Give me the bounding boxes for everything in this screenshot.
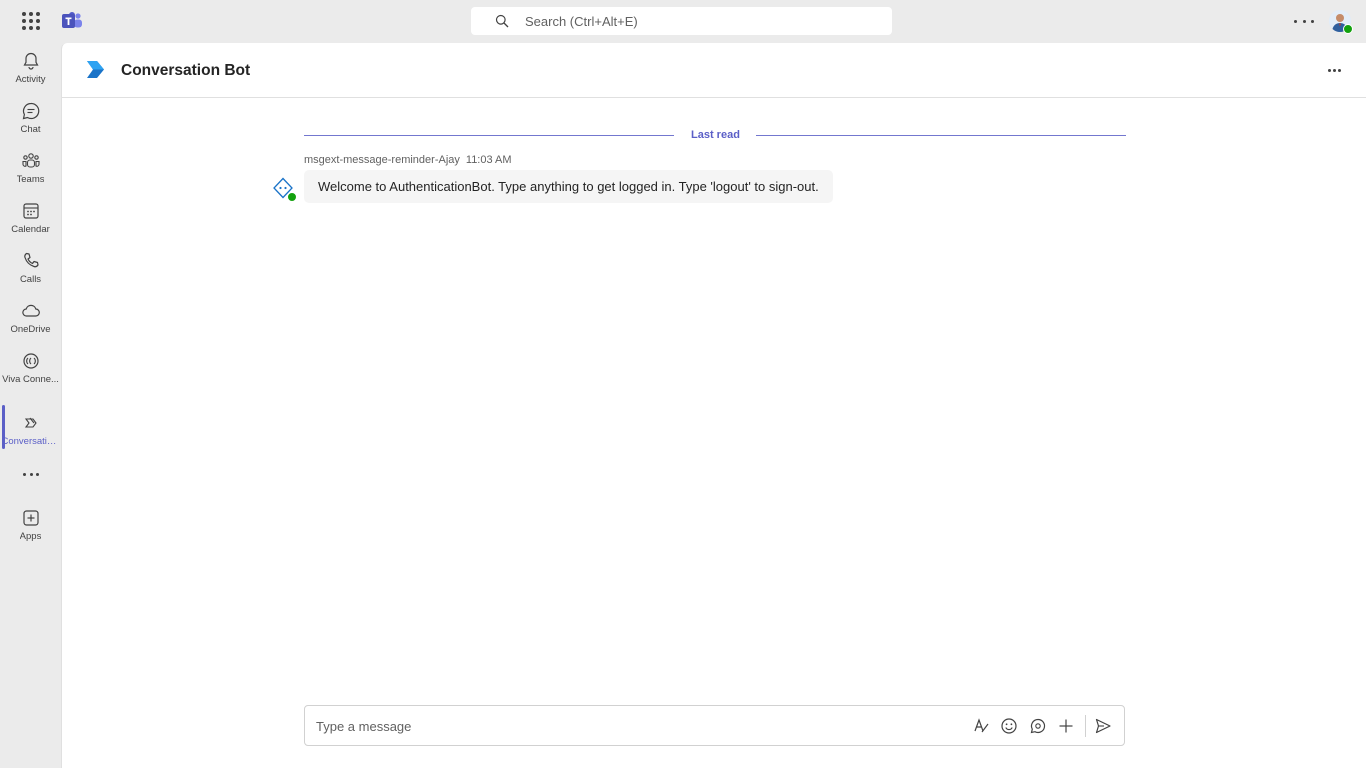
rail-label: Calendar <box>11 224 50 235</box>
rail-label: Apps <box>19 531 42 542</box>
search-placeholder: Search (Ctrl+Alt+E) <box>525 13 638 29</box>
search-icon <box>495 14 509 28</box>
presence-available-icon <box>287 192 297 202</box>
chat-header: Conversation Bot <box>62 43 1366 98</box>
rail-item-onedrive[interactable]: OneDrive <box>0 293 61 343</box>
add-icon[interactable] <box>1056 716 1076 736</box>
cloud-icon <box>21 304 40 317</box>
chat-icon <box>22 102 39 120</box>
format-icon[interactable] <box>971 716 991 736</box>
app-launcher-icon[interactable] <box>22 12 40 30</box>
add-apps-icon <box>22 510 39 526</box>
page-title: Conversation Bot <box>121 62 251 79</box>
bot-icon <box>24 417 37 428</box>
presence-available-icon <box>1343 24 1353 34</box>
rail-label: Activity <box>15 74 46 85</box>
last-read-divider: Last read <box>304 129 1126 143</box>
rail-label: Teams <box>16 174 45 185</box>
rail-item-conversation-bot[interactable]: Conversatio... <box>0 405 61 455</box>
rail-item-calendar[interactable]: Calendar <box>0 193 61 243</box>
message-input[interactable] <box>316 717 956 735</box>
avatar[interactable] <box>1329 10 1353 34</box>
app-rail: Activity Chat Teams Calendar Calls OneDr… <box>0 43 61 768</box>
rail-label: Viva Conne... <box>2 374 59 385</box>
main-pane: Conversation Bot Last read msgext-messag… <box>61 43 1366 768</box>
calendar-icon <box>22 203 39 219</box>
message-composer <box>304 705 1125 746</box>
rail-label: Chat <box>20 124 41 135</box>
rail-item-activity[interactable]: Activity <box>0 43 61 93</box>
last-read-label: Last read <box>691 129 740 141</box>
toolbar-divider <box>1085 715 1086 737</box>
rail-item-apps[interactable]: Apps <box>0 500 61 550</box>
bot-avatar-icon[interactable] <box>272 177 297 202</box>
rail-label: Calls <box>19 274 42 285</box>
rail-label: Conversatio... <box>1 436 60 447</box>
rail-label: OneDrive <box>10 324 51 335</box>
loop-component-icon[interactable] <box>1028 716 1048 736</box>
message-meta: msgext-message-reminder-Ajay 11:03 AM <box>304 154 512 166</box>
message-sender: msgext-message-reminder-Ajay <box>304 154 460 166</box>
rail-item-calls[interactable]: Calls <box>0 243 61 293</box>
send-icon[interactable] <box>1093 716 1113 736</box>
search-box[interactable]: Search (Ctrl+Alt+E) <box>471 7 892 35</box>
viva-icon <box>22 353 39 369</box>
teams-logo-icon <box>61 11 83 31</box>
more-options-icon[interactable] <box>1328 69 1341 72</box>
conversation-bot-logo-icon <box>87 61 105 83</box>
message-bubble[interactable]: Welcome to AuthenticationBot. Type anyth… <box>304 170 833 203</box>
bell-icon <box>22 52 39 70</box>
teams-icon <box>21 153 40 168</box>
rail-item-teams[interactable]: Teams <box>0 143 61 193</box>
more-apps-icon[interactable] <box>23 473 39 476</box>
emoji-icon[interactable] <box>999 716 1019 736</box>
message-time: 11:03 AM <box>465 154 512 166</box>
phone-icon <box>23 252 39 268</box>
top-bar: Search (Ctrl+Alt+E) <box>0 0 1366 43</box>
message-text: Welcome to AuthenticationBot. Type anyth… <box>318 179 819 194</box>
rail-item-chat[interactable]: Chat <box>0 93 61 143</box>
more-icon[interactable] <box>1294 12 1314 30</box>
rail-item-viva-connections[interactable]: Viva Conne... <box>0 343 61 393</box>
